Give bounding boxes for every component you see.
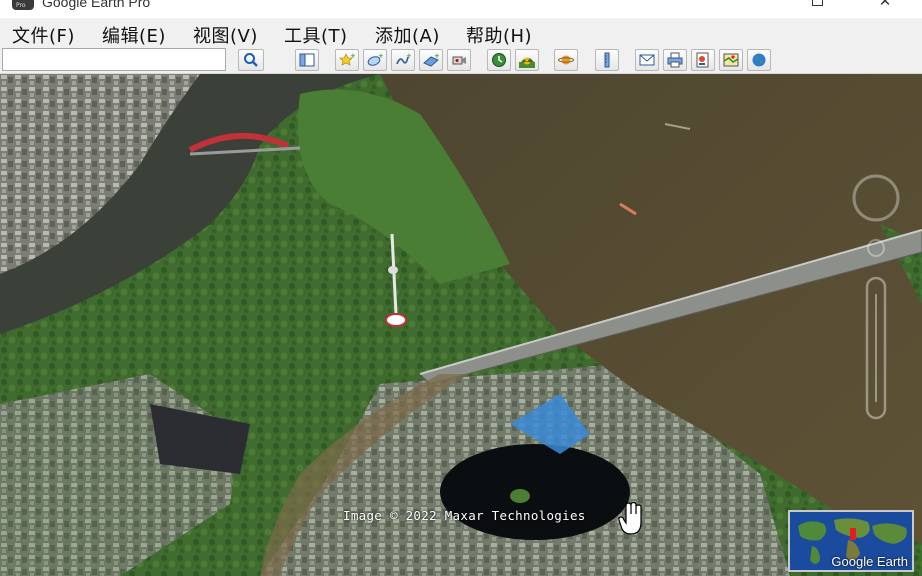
lake: [440, 444, 630, 540]
ruler-button[interactable]: [595, 49, 619, 71]
add-placemark-button[interactable]: +: [335, 49, 359, 71]
email-icon: [639, 54, 655, 66]
print-button[interactable]: [663, 49, 687, 71]
map-viewport[interactable]: Image © 2022 Maxar Technologies Google E…: [0, 74, 922, 576]
overview-label: Google Earth: [831, 554, 908, 569]
move-joystick[interactable]: [867, 239, 885, 257]
satellite-imagery: [0, 74, 922, 576]
look-ring[interactable]: [852, 174, 900, 222]
planets-button[interactable]: [554, 49, 578, 71]
record-tour-button[interactable]: [447, 49, 471, 71]
record-tour-icon: [452, 56, 466, 65]
historical-imagery-icon: [492, 53, 506, 67]
email-button[interactable]: [635, 49, 659, 71]
navigation-controls[interactable]: [850, 172, 902, 422]
menu-edit[interactable]: 编辑(E): [102, 22, 166, 48]
save-image-icon: [696, 52, 709, 68]
close-button[interactable]: ✕: [862, 0, 908, 16]
svg-text:+: +: [350, 52, 355, 60]
tv-tower-base: [385, 313, 407, 327]
polygon-icon: +: [367, 52, 383, 66]
add-polygon-button[interactable]: +: [363, 49, 387, 71]
maximize-button[interactable]: [794, 0, 840, 16]
toolbar: + + + +: [0, 46, 922, 74]
search-button[interactable]: [238, 49, 264, 71]
maximize-icon: [811, 0, 823, 6]
ruler-icon: [604, 52, 610, 68]
print-icon: [667, 52, 683, 68]
menu-file[interactable]: 文件(F): [12, 22, 75, 48]
planets-icon: [558, 55, 574, 65]
menu-bar: 文件(F) 编辑(E) 视图(V) 工具(T) 添加(A) 帮助(H): [0, 18, 922, 48]
search-icon: [244, 53, 258, 67]
tv-tower-pod: [388, 266, 398, 274]
add-path-button[interactable]: +: [391, 49, 415, 71]
earth-icon: [752, 53, 766, 67]
svg-text:+: +: [434, 52, 439, 60]
search-input[interactable]: [2, 48, 226, 71]
menu-view[interactable]: 视图(V): [193, 22, 258, 48]
view-in-maps-icon: [723, 53, 739, 67]
historical-imagery-button[interactable]: [487, 49, 511, 71]
menu-tools[interactable]: 工具(T): [284, 22, 348, 48]
menu-help[interactable]: 帮助(H): [466, 22, 532, 48]
sunlight-button[interactable]: [515, 49, 539, 71]
overview-map[interactable]: Google Earth: [788, 510, 914, 572]
placemark-icon: +: [339, 52, 355, 66]
save-image-button[interactable]: [691, 49, 715, 71]
sunlight-icon: [519, 57, 535, 68]
title-bar: Pro Google Earth Pro ✕: [0, 0, 922, 18]
google-earth-pro-app-icon: Pro: [12, 0, 34, 10]
view-in-maps-button[interactable]: [719, 49, 743, 71]
sidebar-toggle-button[interactable]: [295, 49, 319, 71]
sidebar-toggle-icon: [299, 53, 315, 67]
svg-text:+: +: [378, 52, 383, 60]
hand-cursor-icon: [618, 502, 642, 535]
earth-button[interactable]: [747, 49, 771, 71]
svg-text:+: +: [406, 52, 411, 60]
imagery-attribution: Image © 2022 Maxar Technologies: [343, 508, 586, 523]
path-icon: +: [396, 52, 411, 65]
window-title: Google Earth Pro: [42, 0, 151, 10]
add-image-overlay-button[interactable]: +: [419, 49, 443, 71]
image-overlay-icon: +: [423, 52, 439, 67]
app-icon-text: Pro: [16, 2, 26, 9]
menu-add[interactable]: 添加(A): [375, 22, 440, 48]
lake-island: [510, 489, 530, 503]
